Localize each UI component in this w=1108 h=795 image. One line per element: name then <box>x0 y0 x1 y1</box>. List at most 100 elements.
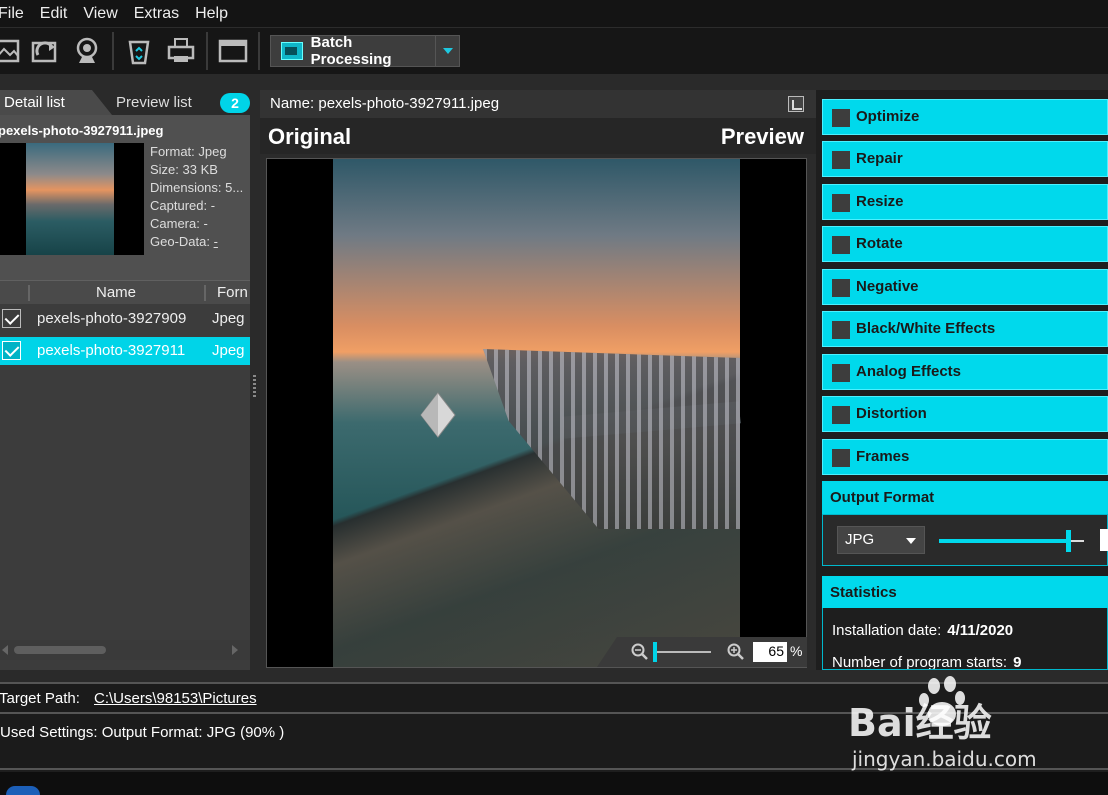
section-rotate[interactable]: Rotate <box>822 226 1108 262</box>
image-name-bar: Name: pexels-photo-3927911.jpeg <box>260 90 816 118</box>
chevron-down-icon <box>906 538 916 544</box>
meta-geo-link[interactable]: - <box>214 234 218 249</box>
zoom-track[interactable] <box>653 651 711 653</box>
open-image-icon <box>0 39 20 63</box>
section-resize[interactable]: Resize <box>822 184 1108 220</box>
section-black-white-effects[interactable]: Black/White Effects <box>822 311 1108 347</box>
toolbar-separator <box>112 32 114 70</box>
zoom-in-icon[interactable] <box>727 643 745 661</box>
effects-panel: Optimize Repair Resize Rotate Negative B… <box>822 90 1108 670</box>
section-checkbox[interactable] <box>832 194 850 212</box>
meta-camera: Camera: - <box>150 216 208 231</box>
scroll-right-icon[interactable] <box>232 645 238 655</box>
output-format-header[interactable]: Output Format <box>822 481 1108 515</box>
tab-detail-list[interactable]: Detail list <box>0 90 112 115</box>
menu-file[interactable]: File <box>0 5 32 23</box>
menu-extras[interactable]: Extras <box>134 5 187 23</box>
target-path-bar: Target Path: C:\Users\98153\Pictures <box>0 682 1108 714</box>
horizontal-scrollbar[interactable] <box>0 640 250 660</box>
format-dropdown[interactable]: JPG <box>837 526 925 554</box>
meta-geo-label: Geo-Data: <box>150 234 214 249</box>
batch-dropdown-arrow[interactable] <box>435 36 459 66</box>
column-format[interactable]: Forn <box>217 284 248 301</box>
column-separator[interactable] <box>204 285 206 301</box>
toolbar: Batch Processing <box>0 28 1108 74</box>
row-checkbox[interactable] <box>2 309 21 328</box>
section-checkbox[interactable] <box>832 406 850 424</box>
section-checkbox[interactable] <box>832 109 850 127</box>
list-item-selected[interactable]: pexels-photo-3927911 Jpeg <box>0 337 250 365</box>
section-label: Rotate <box>856 235 903 252</box>
row-checkbox[interactable] <box>2 341 21 360</box>
zoom-out-icon[interactable] <box>631 643 649 661</box>
compare-slider-handle[interactable] <box>420 392 456 438</box>
stat-installation-date: Installation date: 4/11/2020 <box>832 622 1013 639</box>
section-label: Resize <box>856 193 904 210</box>
target-path-label: Target Path: <box>0 690 80 707</box>
scroll-left-icon[interactable] <box>2 645 8 655</box>
section-checkbox[interactable] <box>832 321 850 339</box>
section-checkbox[interactable] <box>832 449 850 467</box>
toolbar-separator <box>206 32 208 70</box>
statistics-header[interactable]: Statistics <box>822 576 1108 610</box>
menu-bar: File Edit View Extras Help <box>0 0 1108 28</box>
zoom-value-input[interactable]: 65 <box>753 642 787 662</box>
printer-icon <box>167 38 195 62</box>
row-name: pexels-photo-3927909 <box>37 310 187 327</box>
menu-view[interactable]: View <box>83 5 125 23</box>
left-panel: Detail list Preview list 2 pexels-photo-… <box>0 90 250 670</box>
quality-slider-knob[interactable] <box>1066 530 1071 552</box>
section-label: Black/White Effects <box>856 320 996 337</box>
tab-preview-list[interactable]: Preview list <box>116 94 192 111</box>
section-repair[interactable]: Repair <box>822 141 1108 177</box>
start-icon[interactable] <box>6 786 40 795</box>
window-button[interactable] <box>212 31 254 71</box>
section-optimize[interactable]: Optimize <box>822 99 1108 135</box>
reload-button[interactable] <box>24 31 66 71</box>
menu-help[interactable]: Help <box>195 5 236 23</box>
meta-dimensions: Dimensions: 5... <box>150 180 244 195</box>
quality-value-box[interactable] <box>1100 529 1108 551</box>
stat-label: Number of program starts: <box>832 654 1008 670</box>
list-tabs: Detail list Preview list 2 <box>0 90 250 115</box>
meta-format: Format: Jpeg <box>150 144 227 159</box>
image-canvas[interactable]: 65 % <box>266 158 807 668</box>
toolbar-separator <box>258 32 260 70</box>
section-checkbox[interactable] <box>832 151 850 169</box>
recycle-button[interactable] <box>118 31 160 71</box>
column-name[interactable]: Name <box>96 284 136 301</box>
list-item[interactable]: pexels-photo-3927909 Jpeg <box>0 305 250 333</box>
stat-value: 4/11/2020 <box>947 622 1014 639</box>
section-distortion[interactable]: Distortion <box>822 396 1108 432</box>
section-label: Analog Effects <box>856 363 962 380</box>
row-name: pexels-photo-3927911 <box>37 342 186 359</box>
preview-panel: Name: pexels-photo-3927911.jpeg Original… <box>260 90 816 670</box>
stat-value: 9 <box>1013 654 1022 670</box>
preview-label: Preview <box>720 124 804 149</box>
zoom-slider-knob[interactable] <box>653 642 657 662</box>
section-checkbox[interactable] <box>832 236 850 254</box>
section-checkbox[interactable] <box>832 279 850 297</box>
window-icon <box>218 39 248 63</box>
print-button[interactable] <box>160 31 202 71</box>
open-image-button[interactable] <box>0 31 24 71</box>
section-label: Frames <box>856 448 910 465</box>
target-path-link[interactable]: C:\Users\98153\Pictures <box>94 690 257 707</box>
column-separator[interactable] <box>28 285 30 301</box>
batch-processing-button[interactable]: Batch Processing <box>270 34 460 68</box>
expand-icon[interactable] <box>788 96 804 112</box>
panel-splitter[interactable] <box>250 90 260 670</box>
bottom-divider <box>0 670 1108 682</box>
thumbnail <box>0 143 144 255</box>
section-negative[interactable]: Negative <box>822 269 1108 305</box>
section-frames[interactable]: Frames <box>822 439 1108 475</box>
section-label: Optimize <box>856 108 920 125</box>
recycle-bin-icon <box>128 40 150 65</box>
scrollbar-thumb[interactable] <box>14 646 106 654</box>
section-analog-effects[interactable]: Analog Effects <box>822 354 1108 390</box>
detail-filename: pexels-photo-3927911.jpeg <box>0 123 164 138</box>
section-checkbox[interactable] <box>832 364 850 382</box>
menu-edit[interactable]: Edit <box>40 5 76 23</box>
webcam-button[interactable] <box>66 31 108 71</box>
section-label: Repair <box>856 150 903 167</box>
